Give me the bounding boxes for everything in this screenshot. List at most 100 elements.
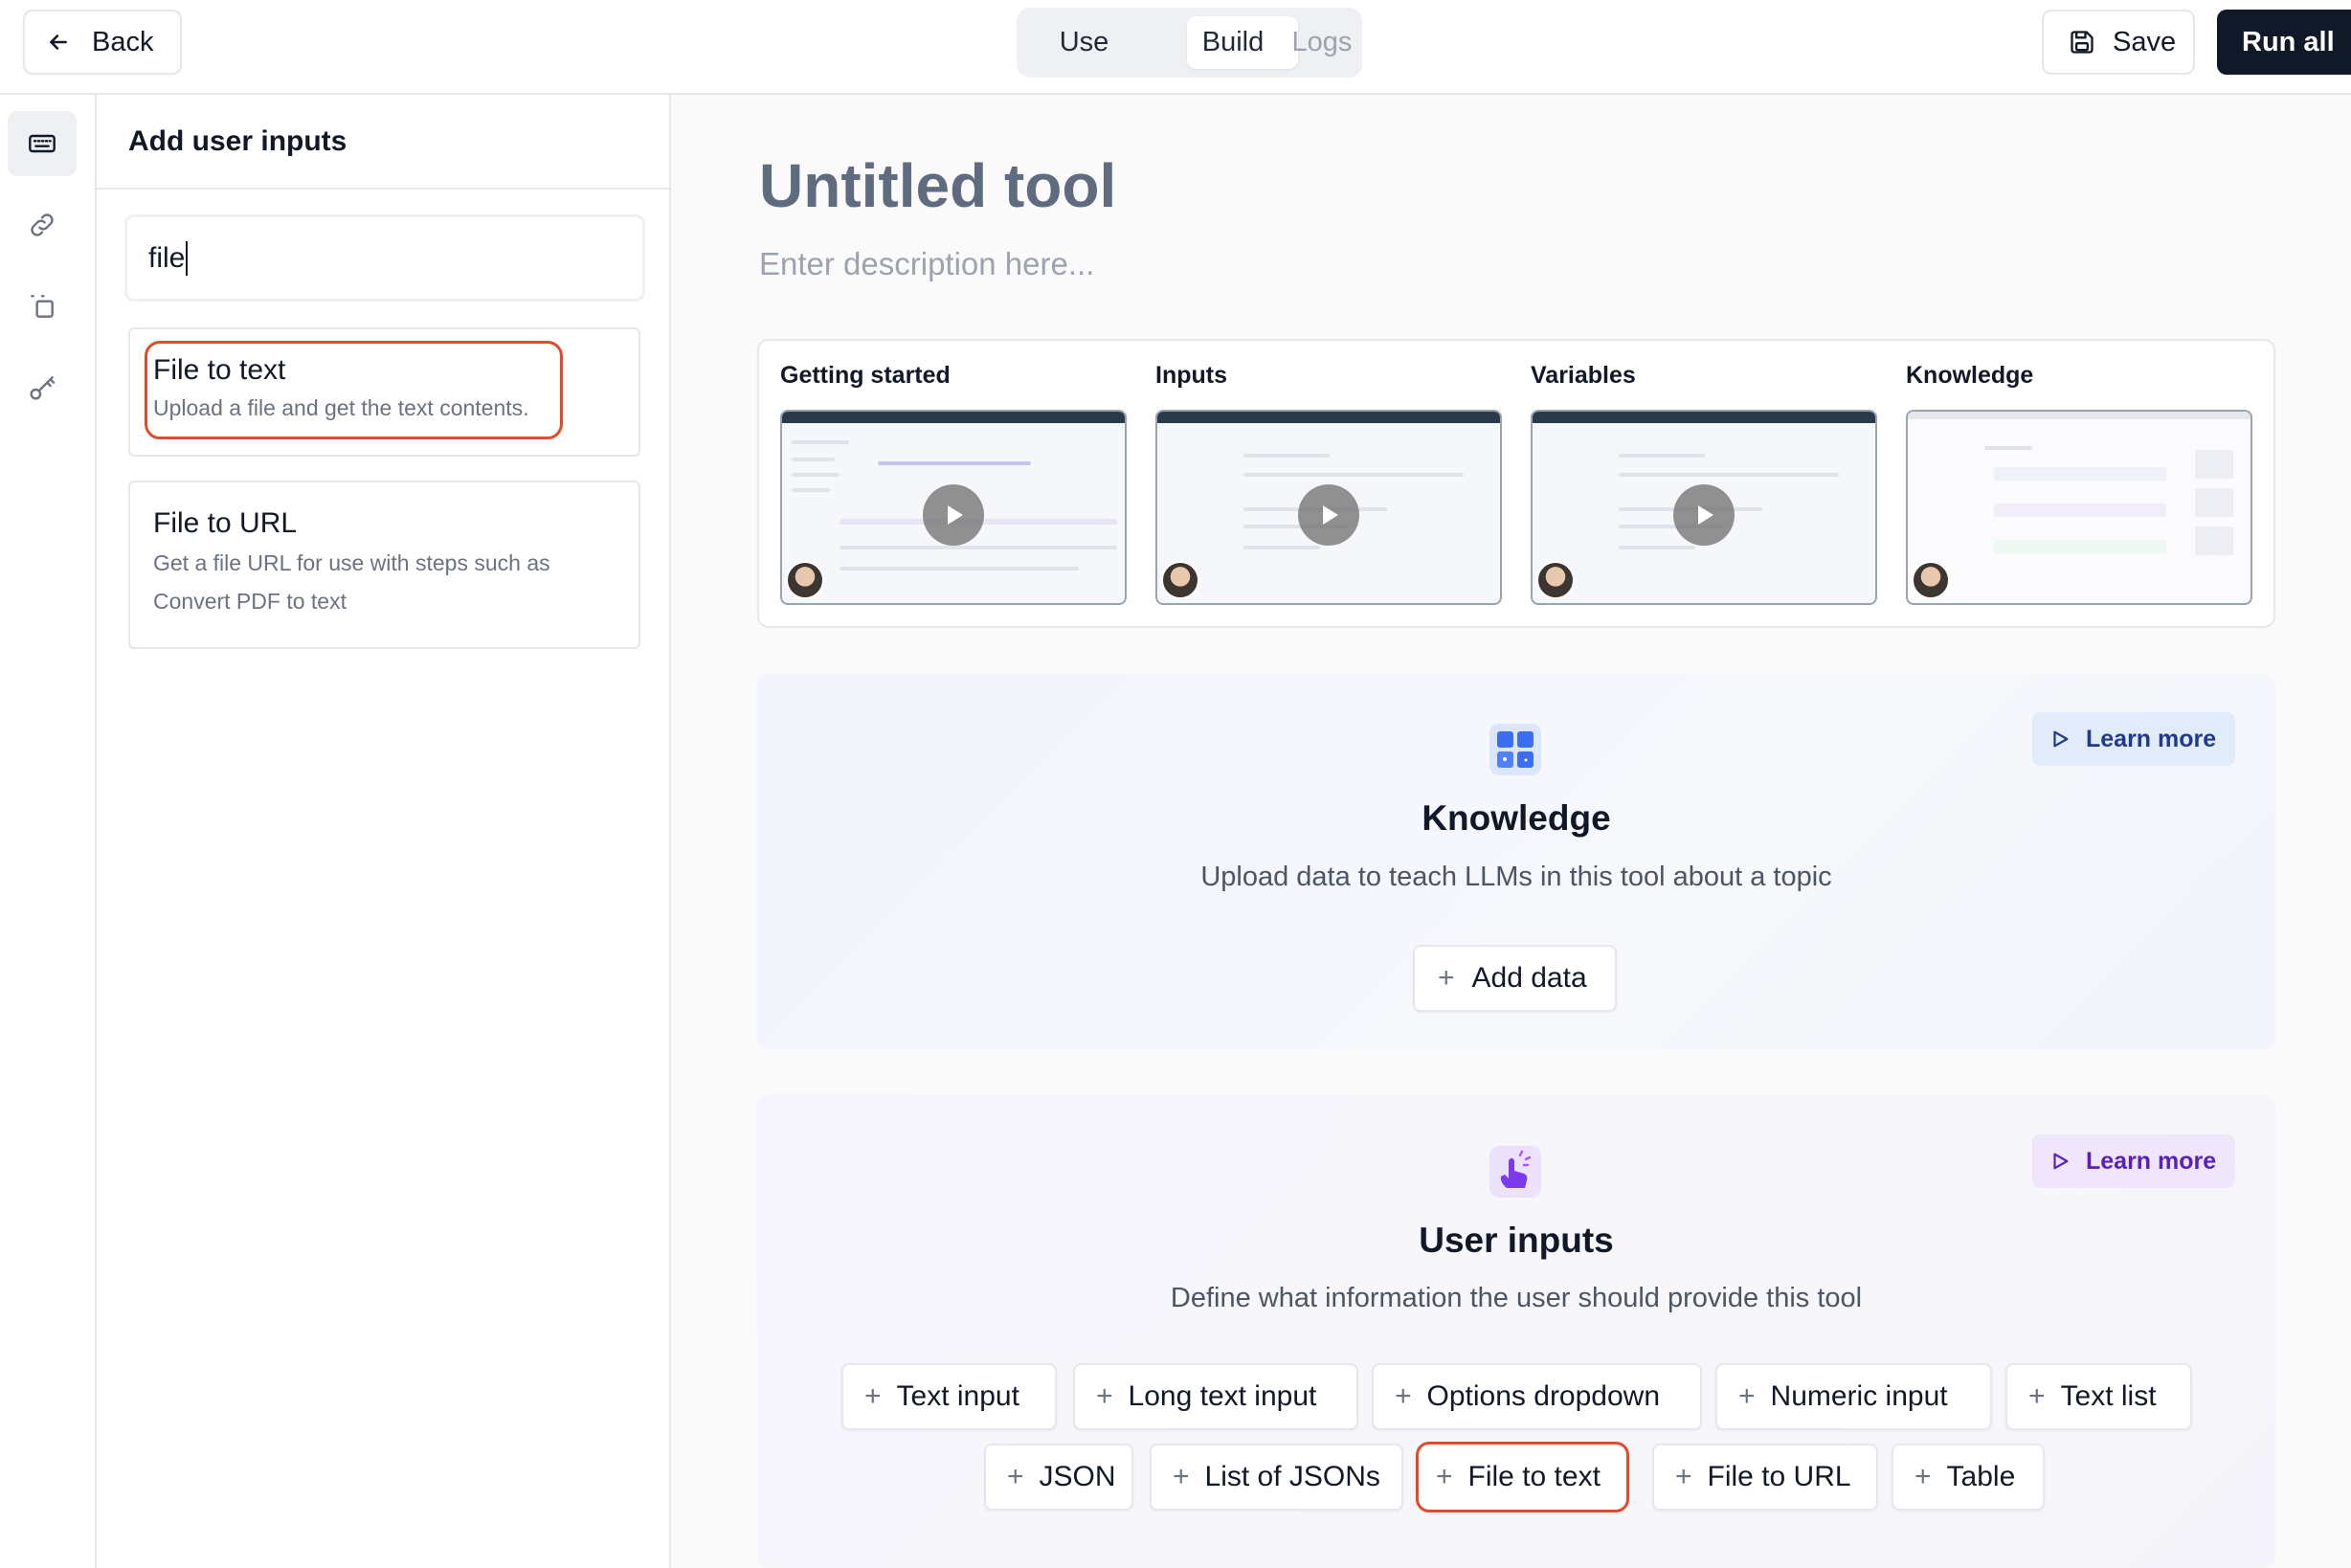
link-icon <box>31 213 54 236</box>
result-file-to-url[interactable]: File to URL Get a file URL for use with … <box>128 481 640 649</box>
pointer-hand-icon <box>1489 1146 1541 1198</box>
video-thumbnail[interactable] <box>1906 410 2252 605</box>
rail-link[interactable] <box>8 192 77 258</box>
knowledge-icon <box>1489 724 1541 775</box>
rail-copy[interactable] <box>8 274 77 339</box>
tab-logs-label: Logs <box>1291 27 1353 57</box>
learn-more-label: Learn more <box>2086 1147 2217 1175</box>
chip-label: Options dropdown <box>1426 1380 1661 1412</box>
tab-build-label: Build <box>1201 27 1265 57</box>
chip-text-input[interactable]: + Text input <box>841 1363 1057 1430</box>
chip-label: Text input <box>896 1380 1019 1412</box>
rail-key[interactable] <box>8 355 77 420</box>
run-all-button[interactable]: Run all <box>2217 10 2351 75</box>
top-bar: Back Use Build Logs Save Run all <box>0 0 2351 95</box>
plus-icon: + <box>1738 1380 1756 1412</box>
learn-more-label: Learn more <box>2086 725 2217 752</box>
tab-logs[interactable]: Logs <box>1288 16 1355 69</box>
user-inputs-section: Learn more User inputs Define what infor… <box>757 1094 2275 1568</box>
tab-use[interactable]: Use <box>1030 16 1138 69</box>
main-canvas: Untitled tool Enter description here... … <box>671 95 2351 1568</box>
chip-label: JSON <box>1039 1461 1116 1492</box>
back-button[interactable]: Back <box>23 10 182 75</box>
tutorial-videos: Getting started Inputs Variables Knowled… <box>757 339 2275 628</box>
presenter-avatar <box>1161 561 1199 599</box>
chip-label: Long text input <box>1128 1380 1317 1412</box>
add-data-label: Add data <box>1471 962 1587 994</box>
chip-json[interactable]: + JSON <box>984 1444 1133 1511</box>
user-inputs-title: User inputs <box>1419 1221 1614 1260</box>
plus-icon: + <box>1914 1461 1932 1492</box>
key-icon <box>30 376 56 400</box>
chip-label: Numeric input <box>1770 1380 1948 1412</box>
chip-file-to-text[interactable]: + File to text <box>1416 1442 1629 1512</box>
video-title: Knowledge <box>1906 362 2034 389</box>
rail-keyboard[interactable] <box>8 111 77 176</box>
result-title: File to URL <box>153 507 298 539</box>
chip-text-list[interactable]: + Text list <box>2005 1363 2192 1430</box>
copy-icon <box>31 295 54 318</box>
video-title: Inputs <box>1155 362 1227 389</box>
plus-icon: + <box>864 1380 882 1412</box>
save-label: Save <box>2113 26 2177 57</box>
back-label: Back <box>92 26 154 57</box>
search-value: file <box>148 241 186 274</box>
save-icon <box>2071 31 2094 54</box>
plus-icon: + <box>1436 1461 1453 1492</box>
tab-use-label: Use <box>1059 27 1109 57</box>
video-title: Getting started <box>780 362 951 389</box>
chip-numeric-input[interactable]: + Numeric input <box>1715 1363 1992 1430</box>
play-icon <box>1298 484 1359 546</box>
chip-options-dropdown[interactable]: + Options dropdown <box>1372 1363 1702 1430</box>
video-thumbnail[interactable] <box>1155 410 1502 605</box>
video-thumbnail[interactable] <box>780 410 1127 605</box>
video-thumbnail[interactable] <box>1531 410 1877 605</box>
plus-icon: + <box>1395 1380 1412 1412</box>
user-inputs-description: Define what information the user should … <box>1170 1283 1863 1313</box>
video-title: Variables <box>1531 362 1636 389</box>
play-outline-icon <box>2053 1153 2069 1170</box>
chip-label: Text list <box>2060 1380 2157 1412</box>
keyboard-icon <box>29 134 56 153</box>
tool-title[interactable]: Untitled tool <box>759 150 1116 221</box>
knowledge-description: Upload data to teach LLMs in this tool a… <box>1200 862 1832 892</box>
knowledge-section: Learn more Knowledge Upload data to teac… <box>757 674 2275 1049</box>
plus-icon: + <box>2028 1380 2046 1412</box>
tab-build[interactable]: Build <box>1125 16 1298 69</box>
presenter-avatar <box>1536 561 1575 599</box>
run-all-label: Run all <box>2242 26 2335 57</box>
user-inputs-learn-more-button[interactable]: Learn more <box>2032 1134 2235 1188</box>
knowledge-learn-more-button[interactable]: Learn more <box>2032 712 2235 766</box>
search-input[interactable]: file <box>124 214 645 302</box>
play-icon <box>1673 484 1735 546</box>
save-button[interactable]: Save <box>2042 10 2195 75</box>
chip-file-to-url[interactable]: + File to URL <box>1652 1444 1878 1511</box>
chip-long-text-input[interactable]: + Long text input <box>1073 1363 1358 1430</box>
highlight-outline <box>145 341 563 439</box>
result-file-to-text[interactable]: File to text Upload a file and get the t… <box>128 327 640 457</box>
presenter-avatar <box>1912 561 1950 599</box>
play-outline-icon <box>2053 730 2069 748</box>
presenter-avatar <box>786 561 824 599</box>
result-desc: Get a file URL for use with steps such a… <box>153 550 550 614</box>
text-caret <box>186 240 189 276</box>
left-rail <box>0 95 97 1568</box>
plus-icon: + <box>1173 1461 1190 1492</box>
chip-label: File to text <box>1467 1461 1601 1492</box>
chip-table[interactable]: + Table <box>1892 1444 2045 1511</box>
panel-title: Add user inputs <box>97 95 669 190</box>
add-data-button[interactable]: + Add data <box>1413 945 1617 1012</box>
plus-icon: + <box>1007 1461 1024 1492</box>
knowledge-title: Knowledge <box>1422 798 1611 838</box>
arrow-left-icon <box>50 34 67 50</box>
plus-icon: + <box>1438 962 1455 994</box>
chip-label: File to URL <box>1707 1461 1851 1492</box>
tool-description-field[interactable]: Enter description here... <box>759 246 1094 282</box>
add-user-inputs-panel: Add user inputs file File to text Upload… <box>97 95 671 1568</box>
play-icon <box>923 484 984 546</box>
chip-label: Table <box>1946 1461 2016 1492</box>
mode-switcher: Use Build Logs <box>1017 8 1362 78</box>
chip-list-of-jsons[interactable]: + List of JSONs <box>1150 1444 1403 1511</box>
plus-icon: + <box>1675 1461 1692 1492</box>
plus-icon: + <box>1096 1380 1113 1412</box>
